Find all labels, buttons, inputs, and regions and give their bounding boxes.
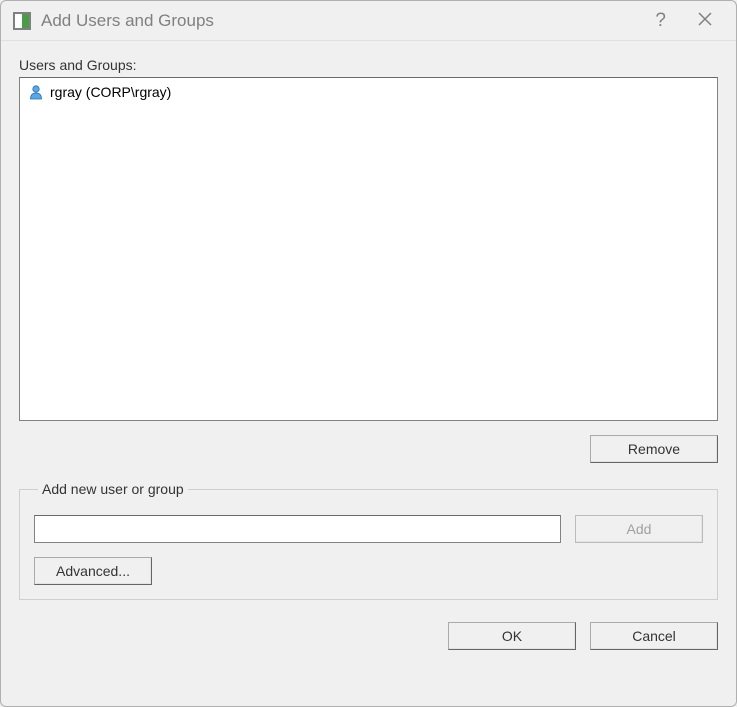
titlebar: Add Users and Groups ?: [1, 1, 736, 41]
close-icon[interactable]: [686, 11, 724, 31]
users-groups-listbox[interactable]: rgray (CORP\rgray): [19, 77, 718, 421]
add-new-groupbox: Add new user or group Add Advanced...: [19, 481, 718, 600]
users-groups-label: Users and Groups:: [19, 57, 718, 73]
list-item-label: rgray (CORP\rgray): [50, 84, 171, 100]
ok-button[interactable]: OK: [448, 622, 576, 650]
help-icon[interactable]: ?: [635, 10, 686, 32]
cancel-button[interactable]: Cancel: [590, 622, 718, 650]
remove-button[interactable]: Remove: [590, 435, 718, 463]
window-title: Add Users and Groups: [41, 11, 635, 31]
groupbox-legend: Add new user or group: [38, 481, 188, 497]
dialog-window: Add Users and Groups ? Users and Groups:…: [0, 0, 737, 707]
app-icon: [13, 12, 31, 30]
list-item[interactable]: rgray (CORP\rgray): [24, 82, 713, 102]
add-button[interactable]: Add: [575, 515, 703, 543]
user-icon: [28, 84, 44, 100]
new-user-input[interactable]: [34, 515, 561, 543]
dialog-content: Users and Groups: rgray (CORP\rgray) Rem…: [1, 41, 736, 706]
advanced-button[interactable]: Advanced...: [34, 557, 152, 585]
